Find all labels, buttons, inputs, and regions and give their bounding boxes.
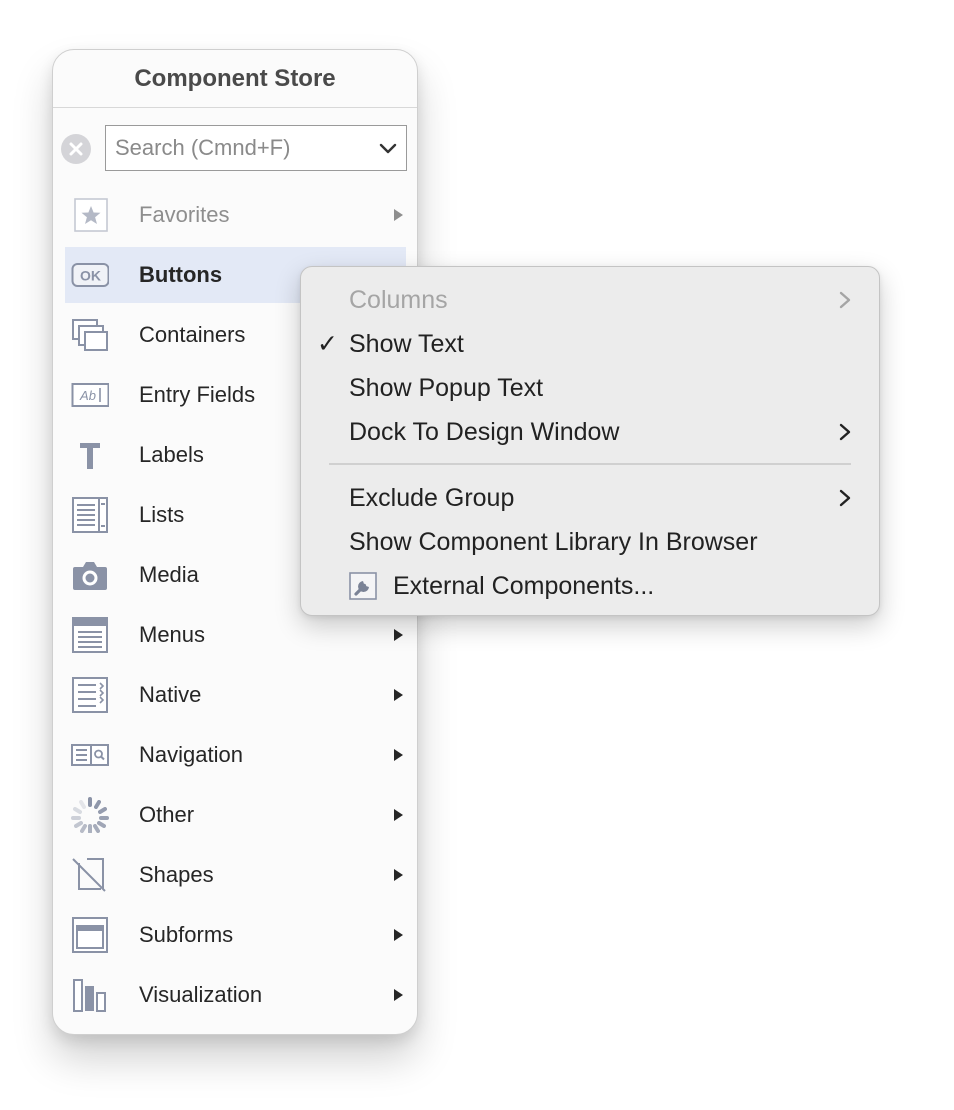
menu-item-show-text[interactable]: ✓ Show Text bbox=[301, 322, 879, 366]
menu-item-external-components[interactable]: External Components... bbox=[301, 564, 879, 608]
store-item-visualization[interactable]: Visualization bbox=[65, 967, 406, 1023]
menu-item-dock-to-design-window[interactable]: Dock To Design Window bbox=[301, 410, 879, 454]
containers-icon bbox=[72, 319, 108, 351]
navigation-icon bbox=[71, 744, 109, 766]
submenu-arrow bbox=[394, 809, 403, 821]
menu-item-show-component-library[interactable]: Show Component Library In Browser bbox=[301, 520, 879, 564]
star-icon bbox=[74, 198, 108, 232]
chevron-right-icon bbox=[839, 489, 851, 507]
menu-item-exclude-group[interactable]: Exclude Group bbox=[301, 476, 879, 520]
menu-item-show-popup-text[interactable]: Show Popup Text bbox=[301, 366, 879, 410]
store-item-shapes[interactable]: Shapes bbox=[65, 847, 406, 903]
text-t-icon bbox=[80, 443, 100, 469]
wrench-icon bbox=[349, 572, 377, 600]
native-icon bbox=[72, 677, 108, 713]
store-item-other[interactable]: Other bbox=[65, 787, 406, 843]
store-item-favorites[interactable]: Favorites bbox=[65, 187, 406, 243]
submenu-arrow bbox=[394, 209, 403, 221]
submenu-arrow bbox=[394, 929, 403, 941]
text-field-icon: Ab bbox=[71, 383, 109, 407]
camera-icon bbox=[73, 562, 107, 590]
shapes-icon bbox=[72, 858, 106, 892]
chevron-down-icon[interactable] bbox=[378, 138, 398, 158]
ok-button-icon: OK bbox=[71, 263, 109, 287]
list-icon bbox=[72, 497, 108, 533]
context-menu: Columns ✓ Show Text Show Popup Text Dock… bbox=[300, 266, 880, 616]
submenu-arrow bbox=[394, 869, 403, 881]
submenu-arrow bbox=[394, 689, 403, 701]
bar-chart-icon bbox=[73, 979, 106, 1012]
submenu-arrow bbox=[394, 989, 403, 1001]
close-icon bbox=[69, 142, 83, 156]
store-item-native[interactable]: Native bbox=[65, 667, 406, 723]
store-item-subforms[interactable]: Subforms bbox=[65, 907, 406, 963]
search-combobox[interactable] bbox=[105, 125, 407, 171]
panel-title: Component Store bbox=[53, 50, 417, 108]
store-item-navigation[interactable]: Navigation bbox=[65, 727, 406, 783]
search-input[interactable] bbox=[106, 126, 356, 170]
menu-separator bbox=[329, 463, 851, 465]
spinner-icon bbox=[71, 797, 109, 833]
svg-text:OK: OK bbox=[80, 268, 101, 284]
clear-search-button[interactable] bbox=[61, 134, 91, 164]
chevron-right-icon bbox=[839, 423, 851, 441]
checkmark-icon: ✓ bbox=[317, 330, 338, 358]
submenu-arrow bbox=[394, 749, 403, 761]
subform-icon bbox=[72, 917, 108, 953]
submenu-arrow bbox=[394, 629, 403, 641]
chevron-right-icon bbox=[839, 291, 851, 309]
menu-icon bbox=[72, 617, 108, 653]
svg-text:Ab: Ab bbox=[79, 388, 96, 403]
menu-item-columns[interactable]: Columns bbox=[301, 278, 879, 322]
